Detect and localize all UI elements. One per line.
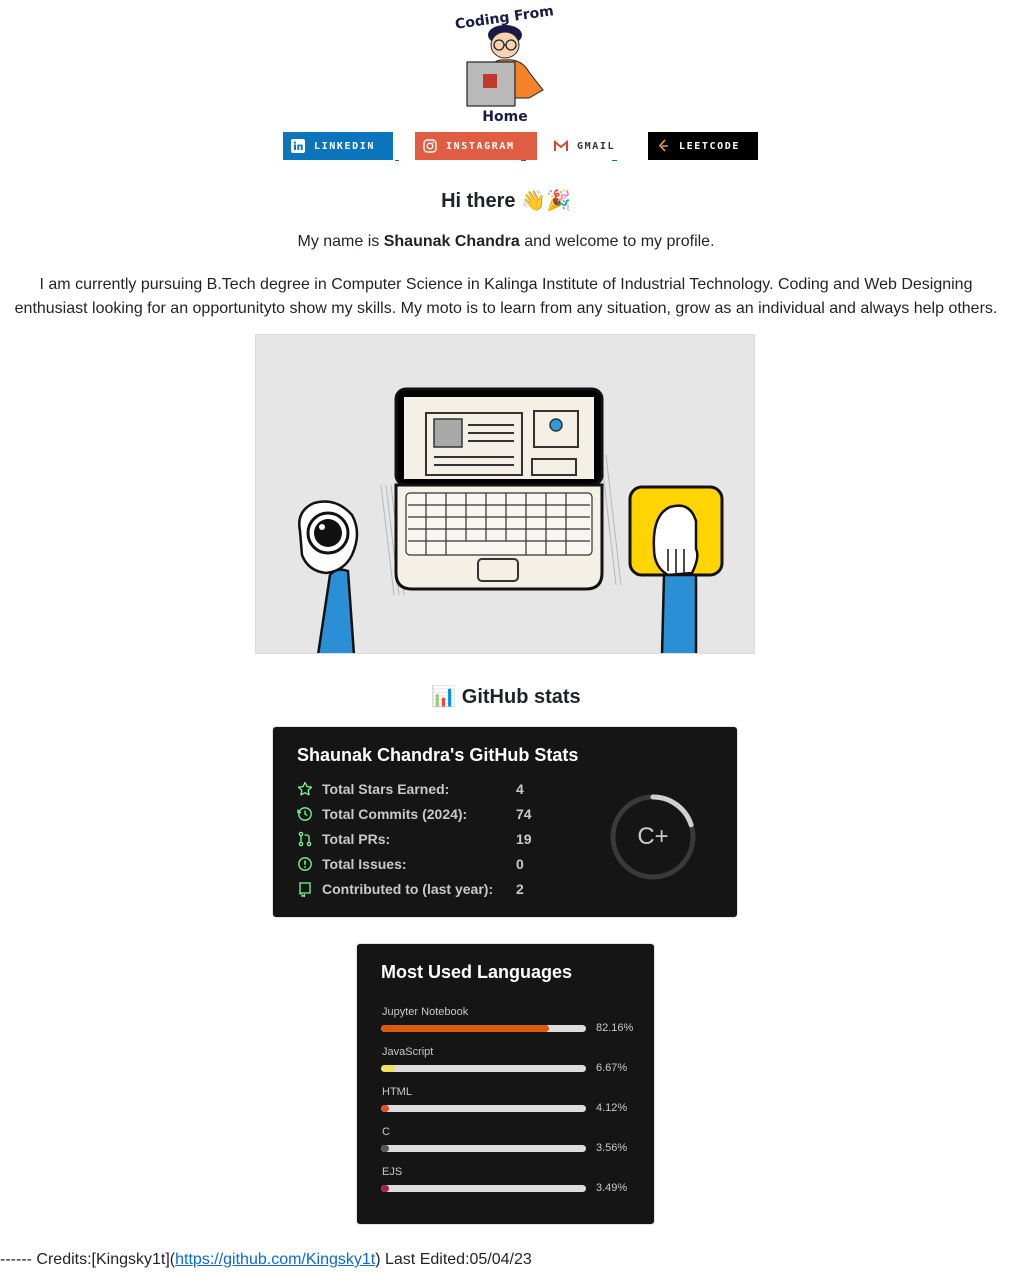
github-stats-heading: 📊 GitHub stats: [431, 686, 581, 708]
instagram-icon: [423, 139, 437, 153]
languages-card: Most Used Languages Jupyter Notebook 82.1…: [356, 943, 655, 1225]
link-underline: [395, 160, 399, 161]
coding-from-home-logo: Coding From Home: [455, 3, 555, 124]
gmail-badge[interactable]: GMAIL: [546, 132, 636, 160]
intro-name: Shaunak Chandra: [383, 233, 520, 250]
language-bar-track: [381, 1025, 586, 1032]
intro-name-suffix: and welcome to my profile.: [519, 233, 715, 250]
history-icon: [297, 806, 313, 822]
gmail-label: GMAIL: [577, 140, 616, 152]
language-bar-track: [381, 1145, 586, 1152]
link-underline: [612, 160, 617, 161]
stat-value: 4: [516, 781, 524, 797]
stat-value: 2: [516, 881, 524, 897]
stat-row-prs: Total PRs: 19: [297, 829, 532, 849]
stat-label: Total Issues:: [322, 856, 407, 872]
bio-line-1: I am currently pursuing B.Tech degree in…: [39, 276, 973, 293]
bio-line-2: enthusiast looking for an opportunityto …: [14, 300, 998, 317]
footer-prefix: ------ Credits:[Kingsky1t](: [0, 1251, 176, 1268]
intro-name-prefix: My name is: [297, 233, 384, 250]
language-name: HTML: [382, 1086, 412, 1098]
coding-illustration: [255, 334, 755, 654]
footer-suffix: ) Last Edited:05/04/23: [375, 1251, 532, 1268]
pull-request-icon: [297, 831, 313, 847]
language-bar-fill: [381, 1145, 389, 1152]
logo-bottom-text: Home: [482, 109, 527, 124]
language-name: EJS: [382, 1166, 403, 1178]
language-name: JavaScript: [382, 1046, 434, 1058]
stat-label: Total PRs:: [322, 831, 391, 847]
link-underline: [521, 160, 526, 161]
social-badges: LINKEDIN INSTAGRAM GMAIL LEETCODE: [283, 132, 758, 162]
greeting-heading: Hi there 👋🎉: [441, 190, 571, 212]
language-row: EJS 3.49%: [381, 1166, 641, 1206]
language-bar-fill: [381, 1025, 550, 1032]
language-row: HTML 4.12%: [381, 1086, 641, 1126]
stat-value: 74: [516, 806, 532, 822]
language-name: C: [382, 1126, 390, 1138]
languages-card-title: Most Used Languages: [381, 962, 573, 982]
language-percent: 4.12%: [596, 1102, 628, 1114]
language-row: C 3.56%: [381, 1126, 641, 1166]
stat-row-issues: Total Issues: 0: [297, 854, 524, 874]
github-stats-card: Shaunak Chandra's GitHub Stats Total Sta…: [272, 726, 738, 918]
stat-value: 0: [516, 856, 524, 872]
language-bar-fill: [381, 1065, 395, 1072]
language-bar-fill: [381, 1185, 389, 1192]
language-percent: 3.56%: [596, 1142, 628, 1154]
linkedin-label: LINKEDIN: [314, 140, 375, 152]
stat-label: Total Stars Earned:: [322, 781, 450, 797]
intro-name-line: My name is Shaunak Chandra and welcome t…: [0, 233, 1012, 251]
stats-card-title: Shaunak Chandra's GitHub Stats: [297, 745, 579, 765]
language-bar-track: [381, 1105, 586, 1112]
language-bar-track: [381, 1185, 586, 1192]
stat-label: Contributed to (last year):: [322, 881, 494, 897]
stat-value: 19: [516, 831, 532, 847]
instagram-label: INSTAGRAM: [446, 140, 515, 152]
language-bar-track: [381, 1065, 586, 1072]
credits-link[interactable]: https://github.com/Kingsky1t: [175, 1251, 375, 1268]
language-bar-fill: [381, 1105, 390, 1112]
linkedin-icon: [291, 139, 305, 153]
stat-label: Total Commits (2024):: [322, 806, 468, 822]
star-icon: [297, 781, 313, 797]
language-row: Jupyter Notebook 82.16%: [381, 1006, 641, 1046]
leetcode-badge[interactable]: LEETCODE: [648, 132, 758, 160]
rank-grade: C+: [637, 823, 669, 850]
language-name: Jupyter Notebook: [382, 1006, 469, 1018]
linkedin-badge[interactable]: LINKEDIN: [283, 132, 393, 160]
language-percent: 82.16%: [596, 1022, 634, 1034]
language-percent: 3.49%: [596, 1182, 628, 1194]
stat-row-stars: Total Stars Earned: 4: [297, 779, 524, 799]
gmail-icon: [554, 139, 568, 153]
stat-row-contributed: Contributed to (last year): 2: [297, 879, 524, 899]
stat-row-commits: Total Commits (2024): 74: [297, 804, 532, 824]
leetcode-label: LEETCODE: [679, 140, 740, 152]
language-row: JavaScript 6.67%: [381, 1046, 641, 1086]
repo-icon: [297, 881, 313, 897]
language-percent: 6.67%: [596, 1062, 628, 1074]
issue-icon: [297, 856, 313, 872]
leetcode-icon: [656, 139, 670, 153]
bio-paragraph: I am currently pursuing B.Tech degree in…: [0, 273, 1012, 321]
footer-credits: ------ Credits:[Kingsky1t](https://githu…: [0, 1251, 532, 1269]
instagram-badge[interactable]: INSTAGRAM: [415, 132, 537, 160]
